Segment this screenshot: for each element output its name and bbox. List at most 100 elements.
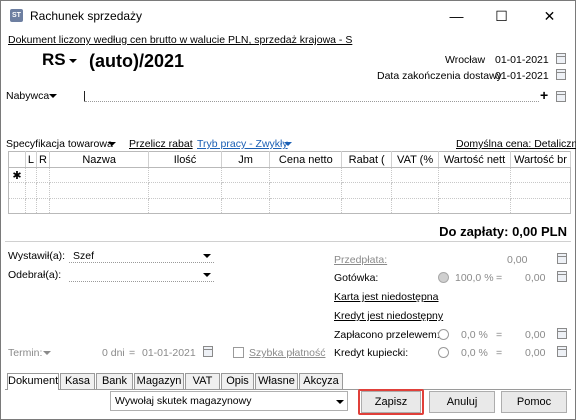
col-discount[interactable]: Rabat ( — [341, 151, 393, 168]
calculator-icon[interactable] — [557, 346, 567, 357]
calendar-icon[interactable] — [556, 69, 566, 80]
delivery-date-field[interactable]: 01-01-2021 — [495, 70, 549, 82]
cash-eq: = — [496, 272, 503, 284]
issuer-value[interactable]: Szef — [73, 250, 94, 262]
chevron-down-icon[interactable] — [336, 400, 344, 404]
app-icon: ST — [10, 9, 23, 22]
work-mode-link[interactable]: Tryb pracy - Zwykły — [197, 138, 288, 150]
receiver-label: Odebrał(a): — [8, 269, 62, 281]
col-quantity[interactable]: Ilość — [148, 151, 222, 168]
tab-wlasne[interactable]: Własne — [255, 373, 298, 389]
calendar-icon[interactable] — [556, 53, 566, 64]
calculator-icon[interactable] — [557, 253, 567, 264]
calculator-icon[interactable] — [557, 271, 567, 282]
doc-type-label: RS — [42, 50, 66, 69]
tab-dokument[interactable]: Dokument — [7, 373, 59, 390]
table-row[interactable] — [8, 182, 572, 199]
total-due: Do zapłaty: 0,00 PLN — [439, 224, 567, 239]
cancel-button[interactable]: Anuluj — [429, 391, 495, 413]
close-button[interactable]: ✕ — [527, 1, 572, 31]
divider — [5, 241, 571, 242]
work-mode-dropdown-icon[interactable] — [284, 142, 292, 146]
col-name[interactable]: Nazwa — [49, 151, 150, 168]
stock-effect-value: Wywołaj skutek magazynowy — [115, 395, 252, 407]
merchant-credit-percent[interactable]: 0,0 % — [461, 347, 488, 359]
tab-bank[interactable]: Bank — [96, 373, 133, 389]
col-vat[interactable]: VAT (% — [391, 151, 440, 168]
col-l[interactable]: L — [25, 151, 38, 168]
merchant-credit-eq: = — [496, 347, 503, 359]
place-field[interactable]: Wrocław — [445, 54, 485, 66]
transfer-value: 0,00 — [525, 329, 546, 341]
tab-akcyza[interactable]: Akcyza — [299, 373, 343, 389]
cash-percent[interactable]: 100,0 % — [455, 272, 494, 284]
transfer-eq: = — [496, 329, 503, 341]
buyer-label-text: Nabywca — [6, 90, 50, 102]
cash-radio[interactable] — [438, 272, 449, 283]
issue-date-field[interactable]: 01-01-2021 — [495, 54, 549, 66]
doc-type-selector[interactable]: RS — [42, 50, 66, 70]
col-net-value[interactable]: Wartość nett — [438, 151, 511, 168]
stock-effect-select[interactable]: Wywołaj skutek magazynowy — [110, 391, 348, 411]
term-label[interactable]: Termin: — [8, 347, 42, 359]
issuer-underline — [69, 262, 214, 263]
col-r[interactable]: R — [36, 151, 50, 168]
receiver-dropdown-icon[interactable] — [203, 273, 211, 277]
prepayment-value: 0,00 — [507, 254, 528, 266]
quick-payment-label[interactable]: Szybka płatność — [249, 347, 325, 359]
row-indicator-header — [8, 151, 26, 168]
calendar-icon[interactable] — [203, 346, 213, 357]
items-table[interactable]: L R Nazwa Ilość Jm Cena netto Rabat ( VA… — [8, 151, 572, 215]
merchant-credit-label: Kredyt kupiecki: — [334, 347, 409, 359]
add-buyer-button[interactable]: + — [540, 87, 548, 103]
table-row[interactable]: ✱ — [8, 167, 572, 184]
calculator-icon[interactable] — [557, 328, 567, 339]
tab-baseline — [5, 389, 571, 390]
help-button[interactable]: Pomoc — [501, 391, 567, 413]
maximize-button[interactable]: ☐ — [479, 1, 524, 31]
quick-payment-checkbox[interactable] — [233, 347, 244, 358]
transfer-label: Zapłacono przelewem: — [334, 329, 440, 341]
default-price-link[interactable]: Domyślna cena: Detaliczna — [456, 138, 576, 150]
prepayment-label[interactable]: Przedpłata: — [334, 254, 387, 266]
minimize-button[interactable]: — — [434, 1, 479, 31]
spec-menu[interactable]: Specyfikacja towarowa — [6, 138, 113, 150]
buyer-list-icon[interactable] — [556, 91, 566, 102]
merchant-credit-value: 0,00 — [525, 347, 546, 359]
tab-vat[interactable]: VAT — [185, 373, 220, 389]
col-net-price[interactable]: Cena netto — [269, 151, 343, 168]
col-unit[interactable]: Jm — [221, 151, 271, 168]
table-row[interactable] — [8, 198, 572, 215]
title-bar: ST Rachunek sprzedaży — ☐ ✕ — [1, 1, 575, 31]
term-days[interactable]: 0 dni — [102, 347, 125, 359]
col-gross-value[interactable]: Wartość br — [510, 151, 572, 168]
save-button[interactable]: Zapisz — [361, 391, 421, 413]
cash-value: 0,00 — [525, 272, 546, 284]
doc-number: (auto)/2021 — [89, 51, 185, 71]
tab-magazyn[interactable]: Magazyn — [134, 373, 184, 389]
buyer-label[interactable]: Nabywca — [6, 90, 49, 102]
transfer-percent[interactable]: 0,0 % — [461, 329, 488, 341]
window-title: Rachunek sprzedaży — [30, 9, 143, 23]
table-header-row: L R Nazwa Ilość Jm Cena netto Rabat ( VA… — [8, 151, 572, 168]
spec-label: Specyfikacja towarowa — [6, 138, 113, 150]
term-date[interactable]: 01-01-2021 — [142, 347, 196, 359]
issuer-dropdown-icon[interactable] — [203, 254, 211, 258]
doc-type-dropdown-icon[interactable] — [69, 59, 77, 63]
document-info-link[interactable]: Dokument liczony według cen brutto w wal… — [8, 34, 352, 46]
card-link[interactable]: Karta jest niedostępna — [334, 291, 439, 303]
buyer-dropdown-icon[interactable] — [49, 94, 57, 98]
recalc-discount-link[interactable]: Przelicz rabat — [129, 138, 193, 150]
cash-label: Gotówka: — [334, 272, 379, 284]
tab-kasa[interactable]: Kasa — [60, 373, 95, 389]
credit-link[interactable]: Kredyt jest niedostępny — [334, 310, 443, 322]
delivery-date-label: Data zakończenia dostawy — [377, 70, 502, 82]
transfer-radio[interactable] — [438, 329, 449, 340]
term-eq: = — [129, 347, 136, 359]
issuer-label: Wystawił(a): — [8, 250, 66, 262]
merchant-credit-radio[interactable] — [438, 347, 449, 358]
term-dropdown-icon[interactable] — [43, 351, 51, 355]
spec-dropdown-icon[interactable] — [108, 142, 116, 146]
new-row-marker: ✱ — [8, 167, 26, 184]
tab-opis[interactable]: Opis — [221, 373, 254, 389]
